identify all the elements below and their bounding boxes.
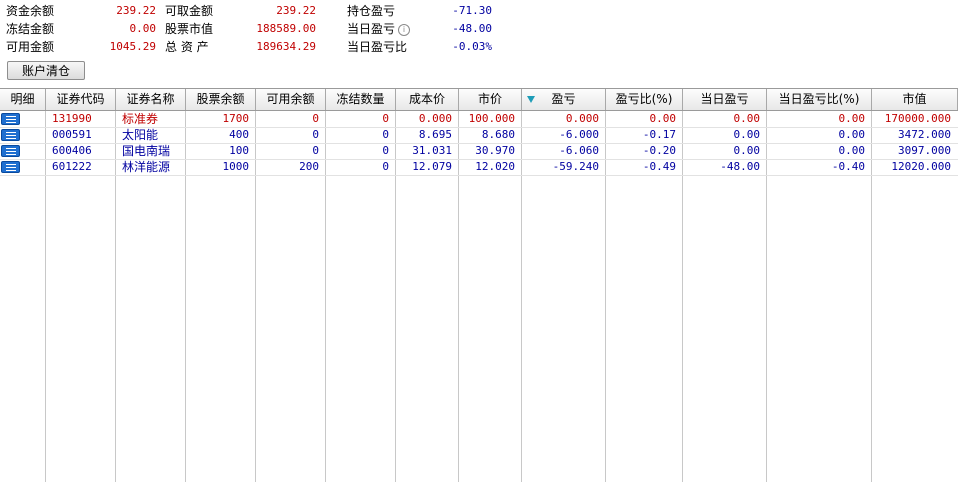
holdings-table: 明细 证券代码 证券名称 股票余额 可用余额 冻结数量 成本价 市价 盈亏 盈亏比(%) 当日盈亏当… (0, 88, 958, 482)
cell-code: 131990 (52, 112, 92, 125)
cell-available: 0 (312, 128, 319, 141)
cell-frozen: 0 (382, 144, 389, 157)
cell-price: 30.970 (475, 144, 515, 157)
cell-pl: 0.000 (565, 112, 599, 125)
available-label: 可用金额 (6, 40, 55, 54)
cell-price: 8.680 (481, 128, 515, 141)
header-col-code[interactable]: 证券代码 (46, 89, 116, 110)
header-col-price[interactable]: 市价 (459, 89, 522, 110)
cell-today-pl: 0.00 (733, 112, 761, 125)
account-summary: 资金余额 239.22 可取金额 239.22 持仓盈亏 -71.30 冻结金额… (0, 0, 958, 87)
fund-balance-value: 239.22 (116, 4, 156, 17)
cell-today-ratio: 0.00 (838, 128, 866, 141)
detail-list-icon[interactable] (1, 161, 20, 173)
header-col-pl-ratio[interactable]: 盈亏比(%) (606, 89, 683, 110)
cell-market-value: 3097.000 (898, 144, 951, 157)
total-assets-label: 总 资 产 (165, 40, 209, 54)
cell-available: 0 (312, 112, 319, 125)
cell-name: 太阳能 (122, 128, 159, 142)
total-assets-value: 189634.29 (256, 40, 316, 53)
header-col-detail[interactable]: 明细 (0, 89, 46, 110)
cell-cost: 0.000 (418, 112, 452, 125)
cell-cost: 8.695 (418, 128, 452, 141)
cell-balance: 400 (229, 128, 249, 141)
cell-frozen: 0 (382, 112, 389, 125)
stock-value-value: 188589.00 (256, 22, 316, 35)
available-value: 1045.29 (109, 40, 156, 53)
cell-market-value: 170000.000 (884, 112, 951, 125)
cell-name: 林洋能源 (122, 160, 171, 174)
cell-code: 000591 (52, 128, 92, 141)
cell-pl-ratio: -0.20 (642, 144, 676, 157)
today-pl-ratio-label: 当日盈亏比 (347, 40, 408, 54)
header-col-balance[interactable]: 股票余额 (186, 89, 256, 110)
cell-name: 标准券 (122, 112, 159, 126)
detail-list-icon[interactable] (1, 113, 20, 125)
withdrawable-value: 239.22 (276, 4, 316, 17)
cell-name: 国电南瑞 (122, 144, 171, 158)
table-header: 明细 证券代码 证券名称 股票余额 可用余额 冻结数量 成本价 市价 盈亏 盈亏比(%) 当日盈亏当… (0, 89, 958, 111)
today-pl-value: -48.00 (452, 22, 492, 35)
cell-price: 100.000 (468, 112, 515, 125)
cell-frozen: 0 (382, 160, 389, 173)
position-pl-label: 持仓盈亏 (347, 4, 396, 18)
table-row[interactable]: 000591 太阳能 400 0 0 8.695 8.680 -6.000 -0.17 0.00 0… (0, 127, 958, 144)
header-col-cost[interactable]: 成本价 (396, 89, 459, 110)
cell-today-ratio: 0.00 (838, 112, 866, 125)
sort-indicator-icon (527, 96, 535, 103)
cell-cost: 12.079 (412, 160, 452, 173)
cell-pl-ratio: -0.49 (642, 160, 676, 173)
cell-today-ratio: 0.00 (838, 144, 866, 157)
detail-list-icon[interactable] (1, 145, 20, 157)
cell-code: 600406 (52, 144, 92, 157)
today-pl-ratio-value: -0.03% (452, 40, 492, 53)
cell-pl-ratio: -0.17 (642, 128, 676, 141)
cell-market-value: 12020.000 (891, 160, 951, 173)
stock-value-label: 股票市值 (165, 22, 214, 36)
cell-today-pl: 0.00 (733, 144, 761, 157)
header-col-pl[interactable]: 盈亏 (522, 89, 606, 110)
position-pl-value: -71.30 (452, 4, 492, 17)
cell-balance: 1700 (222, 112, 250, 125)
table-row[interactable]: 601222 林洋能源 1000 200 0 12.079 12.020 -59.240 -0.… (0, 159, 958, 176)
frozen-label: 冻结金额 (6, 22, 55, 36)
table-row[interactable]: 600406 国电南瑞 100 0 0 31.031 30.970 -6.060 -0.20 0.… (0, 143, 958, 160)
withdrawable-label: 可取金额 (165, 4, 214, 18)
header-col-name[interactable]: 证券名称 (116, 89, 186, 110)
cell-today-pl: 0.00 (733, 128, 761, 141)
cell-today-ratio: -0.40 (831, 160, 865, 173)
cell-market-value: 3472.000 (898, 128, 951, 141)
detail-list-icon[interactable] (1, 129, 20, 141)
cell-available: 0 (312, 144, 319, 157)
frozen-value: 0.00 (129, 22, 157, 35)
cell-pl: -6.060 (559, 144, 599, 157)
fund-balance-label: 资金余额 (6, 4, 55, 18)
cell-price: 12.020 (475, 160, 515, 173)
cell-pl-ratio: 0.00 (649, 112, 677, 125)
cell-pl: -6.000 (559, 128, 599, 141)
cell-cost: 31.031 (412, 144, 452, 157)
cell-frozen: 0 (382, 128, 389, 141)
header-col-market-value[interactable]: 市值 (872, 89, 958, 110)
header-col-today-ratio[interactable]: 当日盈亏比(%) (767, 89, 872, 110)
today-pl-label: 当日盈亏 i (347, 20, 411, 38)
header-col-frozen[interactable]: 冻结数量 (326, 89, 396, 110)
clear-account-button[interactable]: 账户清仓 (7, 61, 85, 80)
info-icon[interactable]: i (398, 24, 411, 36)
cell-pl: -59.240 (552, 160, 599, 173)
table-row[interactable]: 131990 标准券 1700 0 0 0.000 100.000 0.000 0.00 0.00… (0, 111, 958, 128)
header-col-today-pl[interactable]: 当日盈亏 (683, 89, 767, 110)
cell-code: 601222 (52, 160, 92, 173)
cell-balance: 1000 (222, 160, 250, 173)
cell-balance: 100 (229, 144, 249, 157)
cell-today-pl: -48.00 (720, 160, 760, 173)
cell-available: 200 (299, 160, 319, 173)
header-col-available[interactable]: 可用余额 (256, 89, 326, 110)
